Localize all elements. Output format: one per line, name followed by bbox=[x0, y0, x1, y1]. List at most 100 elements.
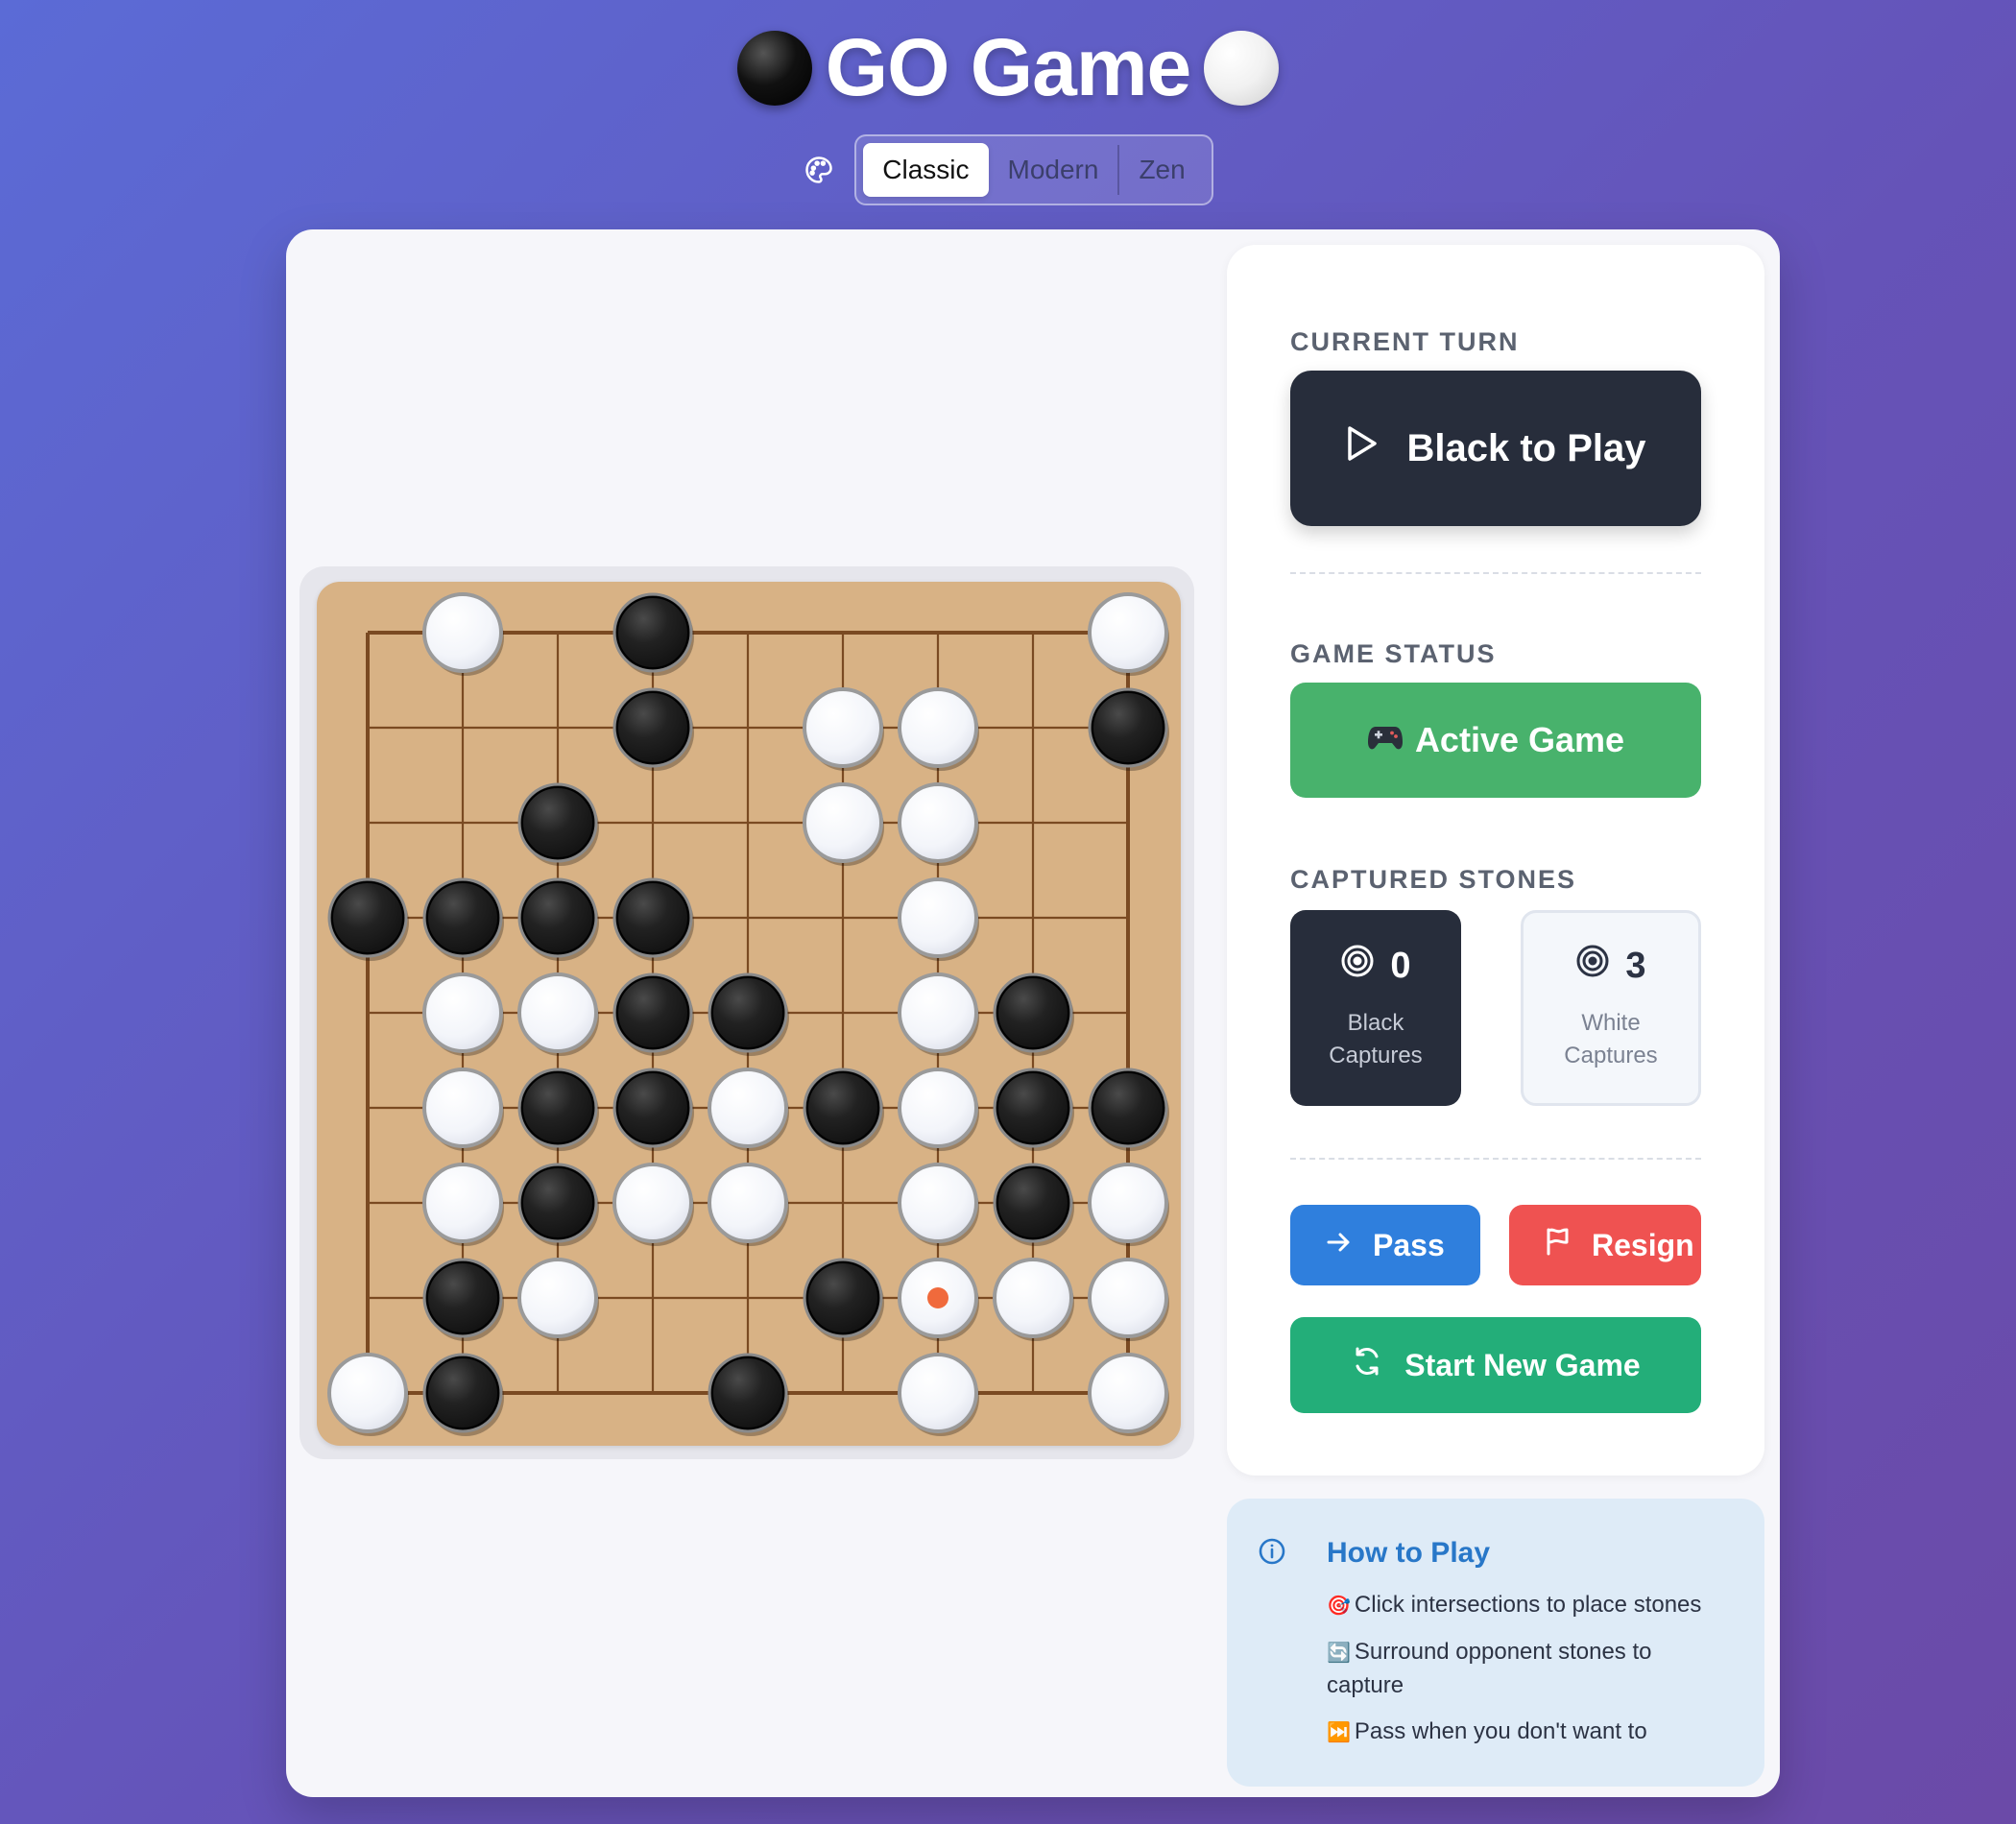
white-stone bbox=[517, 1258, 598, 1338]
white-stone bbox=[898, 1163, 978, 1243]
main-card: CURRENT TURN Black to Play GAME STATUS A… bbox=[286, 229, 1780, 1797]
theme-selector: Classic Modern Zen bbox=[0, 134, 2016, 205]
board-intersection[interactable] bbox=[814, 984, 872, 1042]
flag-icon bbox=[1544, 1227, 1571, 1263]
board-intersection[interactable] bbox=[1099, 794, 1157, 852]
board-intersection[interactable] bbox=[624, 1269, 682, 1327]
black-stone bbox=[612, 877, 693, 958]
help-item: 🎯 Click intersections to place stones bbox=[1327, 1592, 1702, 1618]
white-stone bbox=[898, 782, 978, 863]
board-intersection[interactable] bbox=[814, 1364, 872, 1422]
white-stone bbox=[898, 877, 978, 958]
board-intersection[interactable] bbox=[719, 604, 777, 661]
board-intersection[interactable] bbox=[1004, 1364, 1062, 1422]
black-stone bbox=[422, 877, 503, 958]
black-stone bbox=[612, 687, 693, 768]
board-intersection[interactable] bbox=[1004, 604, 1062, 661]
board-intersection[interactable] bbox=[339, 604, 396, 661]
white-stone bbox=[708, 1068, 788, 1148]
resign-label: Resign bbox=[1592, 1227, 1694, 1262]
white-stone bbox=[612, 1163, 693, 1243]
board-intersection[interactable] bbox=[814, 1174, 872, 1232]
board-intersection[interactable] bbox=[339, 1174, 396, 1232]
side-panel: CURRENT TURN Black to Play GAME STATUS A… bbox=[1227, 245, 1764, 1476]
white-stone bbox=[1088, 1163, 1168, 1243]
white-stone bbox=[898, 972, 978, 1053]
status-text: Active Game bbox=[1414, 720, 1625, 759]
black-stone-icon bbox=[736, 30, 812, 106]
board-intersection[interactable] bbox=[1004, 889, 1062, 947]
captured-stones-heading: CAPTURED STONES bbox=[1290, 865, 1577, 894]
theme-zen-button[interactable]: Zen bbox=[1119, 143, 1204, 197]
how-to-play-title: How to Play bbox=[1327, 1537, 1491, 1569]
black-stone bbox=[327, 877, 408, 958]
board-intersection[interactable] bbox=[1004, 794, 1062, 852]
board-intersection[interactable] bbox=[434, 794, 492, 852]
board-intersection[interactable] bbox=[1004, 699, 1062, 756]
white-stone bbox=[422, 592, 503, 673]
black-stone bbox=[422, 1258, 503, 1338]
board-intersection[interactable] bbox=[814, 889, 872, 947]
pass-button[interactable]: Pass bbox=[1290, 1205, 1480, 1285]
black-stone bbox=[1088, 687, 1168, 768]
white-stone bbox=[422, 1163, 503, 1243]
board-intersection[interactable] bbox=[719, 889, 777, 947]
white-stone bbox=[1088, 1353, 1168, 1433]
white-stone bbox=[1088, 1258, 1168, 1338]
white-stone bbox=[803, 687, 883, 768]
board-intersection[interactable] bbox=[719, 1269, 777, 1327]
board-intersection[interactable] bbox=[339, 699, 396, 756]
board-intersection[interactable] bbox=[719, 794, 777, 852]
white-captures-label: White Captures bbox=[1564, 1010, 1658, 1068]
white-stone bbox=[803, 782, 883, 863]
divider bbox=[1290, 572, 1701, 574]
board-intersection[interactable] bbox=[624, 1364, 682, 1422]
black-captures-count: 0 bbox=[1390, 945, 1411, 986]
white-stone bbox=[422, 1068, 503, 1148]
black-stone bbox=[803, 1068, 883, 1148]
go-board-svg[interactable] bbox=[317, 582, 1181, 1446]
board-intersection[interactable] bbox=[909, 604, 967, 661]
white-captures-card: 3 White Captures bbox=[1521, 910, 1701, 1106]
board-intersection[interactable] bbox=[434, 699, 492, 756]
board-intersection[interactable] bbox=[339, 1269, 396, 1327]
board-intersection[interactable] bbox=[339, 1079, 396, 1137]
black-stone bbox=[612, 972, 693, 1053]
black-stone bbox=[1088, 1068, 1168, 1148]
theme-modern-button[interactable]: Modern bbox=[989, 143, 1118, 197]
theme-segmented-control: Classic Modern Zen bbox=[854, 134, 1213, 205]
board-intersection[interactable] bbox=[814, 604, 872, 661]
white-stone bbox=[993, 1258, 1073, 1338]
black-stone bbox=[993, 1068, 1073, 1148]
how-to-play-list: 🎯 Click intersections to place stones 🔄 Su… bbox=[1327, 1589, 1730, 1763]
white-stone bbox=[422, 972, 503, 1053]
black-stone bbox=[993, 1163, 1073, 1243]
board-intersection[interactable] bbox=[529, 699, 587, 756]
new-game-label: Start New Game bbox=[1404, 1347, 1641, 1382]
white-stone bbox=[898, 1353, 978, 1433]
board-intersection[interactable] bbox=[624, 794, 682, 852]
theme-classic-button[interactable]: Classic bbox=[863, 143, 989, 197]
help-item: ⏭️ Pass when you don't want to bbox=[1327, 1718, 1647, 1744]
last-move-marker bbox=[927, 1287, 948, 1308]
black-stone bbox=[803, 1258, 883, 1338]
help-item: 🔄 Surround opponent stones to capture bbox=[1327, 1639, 1652, 1698]
current-turn-indicator: Black to Play bbox=[1290, 371, 1701, 526]
board-intersection[interactable] bbox=[339, 794, 396, 852]
board-intersection[interactable] bbox=[339, 984, 396, 1042]
target-icon bbox=[1575, 944, 1610, 988]
resign-button[interactable]: Resign bbox=[1509, 1205, 1701, 1285]
board-intersection[interactable] bbox=[529, 1364, 587, 1422]
white-stone bbox=[517, 972, 598, 1053]
refresh-icon bbox=[1351, 1345, 1383, 1385]
board-intersection[interactable] bbox=[1099, 889, 1157, 947]
board-intersection[interactable] bbox=[1099, 984, 1157, 1042]
board-intersection[interactable] bbox=[719, 699, 777, 756]
black-captures-card: 0 Black Captures bbox=[1290, 910, 1461, 1106]
palette-icon bbox=[803, 154, 835, 186]
go-board[interactable] bbox=[317, 582, 1181, 1446]
start-new-game-button[interactable]: Start New Game bbox=[1290, 1317, 1701, 1413]
divider bbox=[1290, 1158, 1701, 1160]
black-stone bbox=[517, 782, 598, 863]
board-intersection[interactable] bbox=[529, 604, 587, 661]
